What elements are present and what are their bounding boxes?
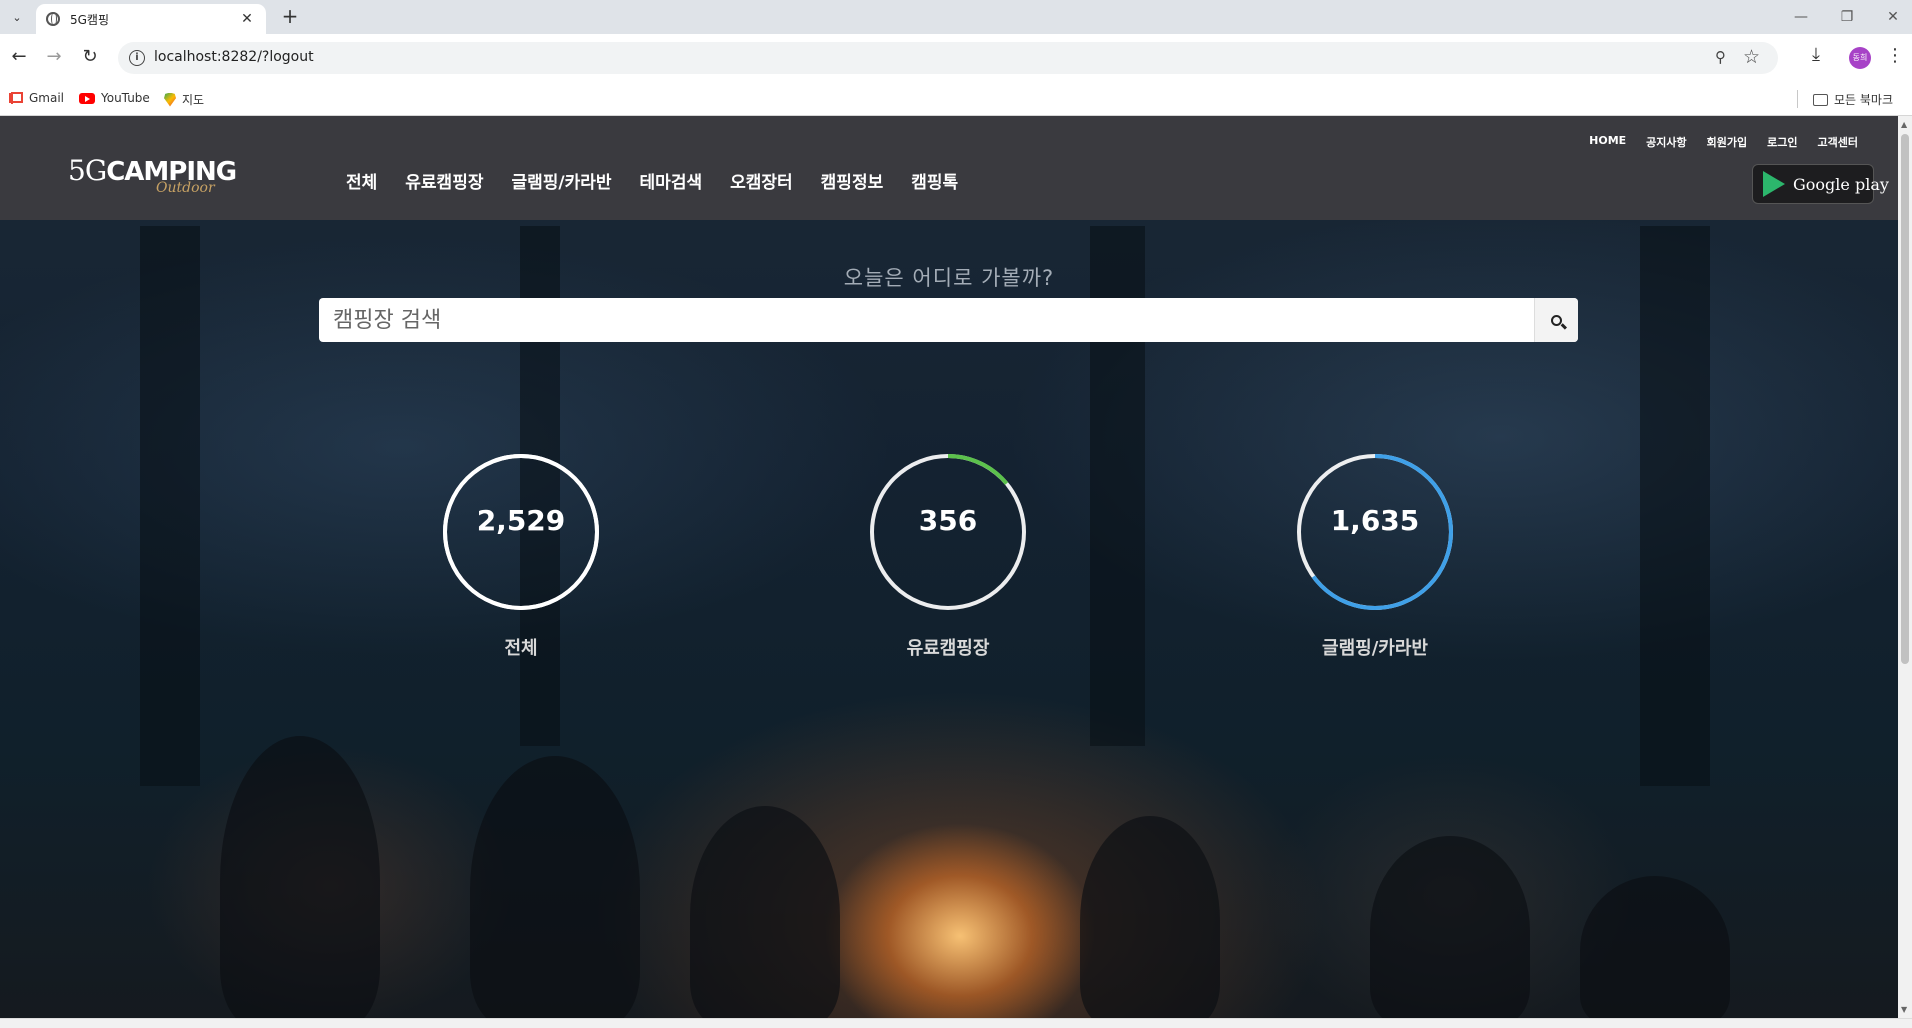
bookmark-gmail[interactable]: Gmail <box>9 91 64 105</box>
campsite-search-input[interactable] <box>333 298 1513 342</box>
nav-item-camping-info[interactable]: 캠핑정보 <box>821 168 884 193</box>
bookmark-youtube[interactable]: YouTube <box>79 91 150 105</box>
stat-value: 1,635 <box>1330 504 1420 537</box>
nav-item-all[interactable]: 전체 <box>346 168 377 193</box>
bookmark-star-icon[interactable]: ☆ <box>1743 46 1760 68</box>
zoom-magnifier-icon[interactable]: ⚲ <box>1715 48 1726 66</box>
main-nav: 전체 유료캠핑장 글램핑/카라반 테마검색 오캠장터 캠핑정보 캠핑톡 <box>346 168 986 193</box>
bookmark-label: YouTube <box>101 91 150 105</box>
close-tab-icon[interactable]: ✕ <box>238 11 256 27</box>
tab-title: 5G캠핑 <box>70 12 110 27</box>
browser-tab-active[interactable]: 5G캠핑 ✕ <box>36 4 266 34</box>
search-button[interactable] <box>1534 298 1578 342</box>
utility-nav: HOME 공지사항 회원가입 로그인 고객센터 <box>1569 134 1858 150</box>
util-login-link[interactable]: 로그인 <box>1767 134 1797 150</box>
google-play-badge[interactable]: Google play <box>1752 164 1889 204</box>
browser-tabstrip: ⌄ 5G캠핑 ✕ + — ❐ ✕ <box>0 0 1912 34</box>
util-notice-link[interactable]: 공지사항 <box>1646 134 1686 150</box>
stat-glamping-caravan[interactable]: 1,635 글램핑/카라반 <box>1225 452 1525 660</box>
new-tab-plus-icon[interactable]: + <box>278 5 302 29</box>
scrollbar-thumb[interactable] <box>1901 134 1909 664</box>
all-bookmarks-label: 모든 북마크 <box>1834 93 1894 107</box>
vertical-scrollbar[interactable]: ▲ ▼ <box>1898 116 1912 1018</box>
bookmark-maps[interactable]: 지도 <box>164 91 204 108</box>
campsite-search-bar <box>319 298 1578 342</box>
nav-item-theme-search[interactable]: 테마검색 <box>640 168 703 193</box>
site-header: 5GCAMPING Outdoor 전체 유료캠핑장 글램핑/카라반 테마검색 … <box>0 116 1898 220</box>
download-icon[interactable]: ⤓ <box>1812 44 1820 65</box>
google-play-label: Google play <box>1793 174 1889 194</box>
bookmarks-divider <box>1797 90 1798 108</box>
bookmark-label: 지도 <box>182 93 205 107</box>
site-logo[interactable]: 5GCAMPING Outdoor <box>68 154 237 202</box>
close-window-icon[interactable]: ✕ <box>1870 4 1912 30</box>
stat-all[interactable]: 2,529 전체 <box>371 452 671 660</box>
bookmarks-bar: Gmail YouTube 지도 모든 북마크 <box>0 82 1912 116</box>
hero-tagline: 오늘은 어디로 가볼까? <box>843 266 1055 290</box>
globe-icon <box>46 12 60 26</box>
minimize-icon[interactable]: — <box>1778 4 1824 30</box>
nav-item-camping-talk[interactable]: 캠핑톡 <box>911 168 958 193</box>
forward-arrow-icon[interactable]: → <box>42 46 66 70</box>
bookmark-label: Gmail <box>29 91 65 105</box>
stat-label: 유료캠핑장 <box>906 638 990 659</box>
stat-value: 2,529 <box>476 504 566 537</box>
url-text[interactable]: localhost:8282/?logout <box>154 49 314 65</box>
browser-menu-icon[interactable]: ⋮ <box>1886 45 1904 66</box>
util-signup-link[interactable]: 회원가입 <box>1707 134 1747 150</box>
scroll-up-icon[interactable]: ▲ <box>1901 120 1907 129</box>
util-support-link[interactable]: 고객센터 <box>1818 134 1858 150</box>
nav-item-paid-campsites[interactable]: 유료캠핑장 <box>405 168 483 193</box>
profile-avatar[interactable]: 동희 <box>1849 47 1871 69</box>
scroll-down-icon[interactable]: ▼ <box>1901 1005 1907 1014</box>
maps-icon <box>164 92 176 107</box>
reload-icon[interactable]: ↻ <box>78 46 102 70</box>
all-bookmarks[interactable]: 모든 북마크 <box>1813 91 1893 108</box>
search-icon <box>1551 314 1562 326</box>
restore-icon[interactable]: ❐ <box>1824 4 1870 30</box>
nav-item-glamping-caravan[interactable]: 글램핑/카라반 <box>511 168 611 193</box>
back-arrow-icon[interactable]: ← <box>7 46 31 70</box>
stat-label: 전체 <box>504 638 538 659</box>
youtube-icon <box>79 92 95 104</box>
site-info-icon[interactable]: i <box>129 50 145 66</box>
play-store-icon <box>1763 171 1785 197</box>
nav-item-market[interactable]: 오캠장터 <box>730 168 793 193</box>
logo-subtitle: Outdoor <box>156 180 215 196</box>
horizontal-scrollbar[interactable] <box>0 1018 1912 1028</box>
address-bar[interactable]: i localhost:8282/?logout ⚲ ☆ <box>118 42 1778 74</box>
stat-label: 글램핑/카라반 <box>1322 638 1428 659</box>
stat-paid-campsites[interactable]: 356 유료캠핑장 <box>798 452 1098 660</box>
folder-icon <box>1813 93 1828 106</box>
tab-search-chevron-icon[interactable]: ⌄ <box>6 6 28 28</box>
stat-value: 356 <box>918 504 978 537</box>
util-home-link[interactable]: HOME <box>1589 134 1626 150</box>
browser-toolbar: ← → ↻ i localhost:8282/?logout ⚲ ☆ <box>0 34 1912 82</box>
page-viewport: 5GCAMPING Outdoor 전체 유료캠핑장 글램핑/카라반 테마검색 … <box>0 116 1898 1018</box>
gmail-icon <box>9 93 23 103</box>
